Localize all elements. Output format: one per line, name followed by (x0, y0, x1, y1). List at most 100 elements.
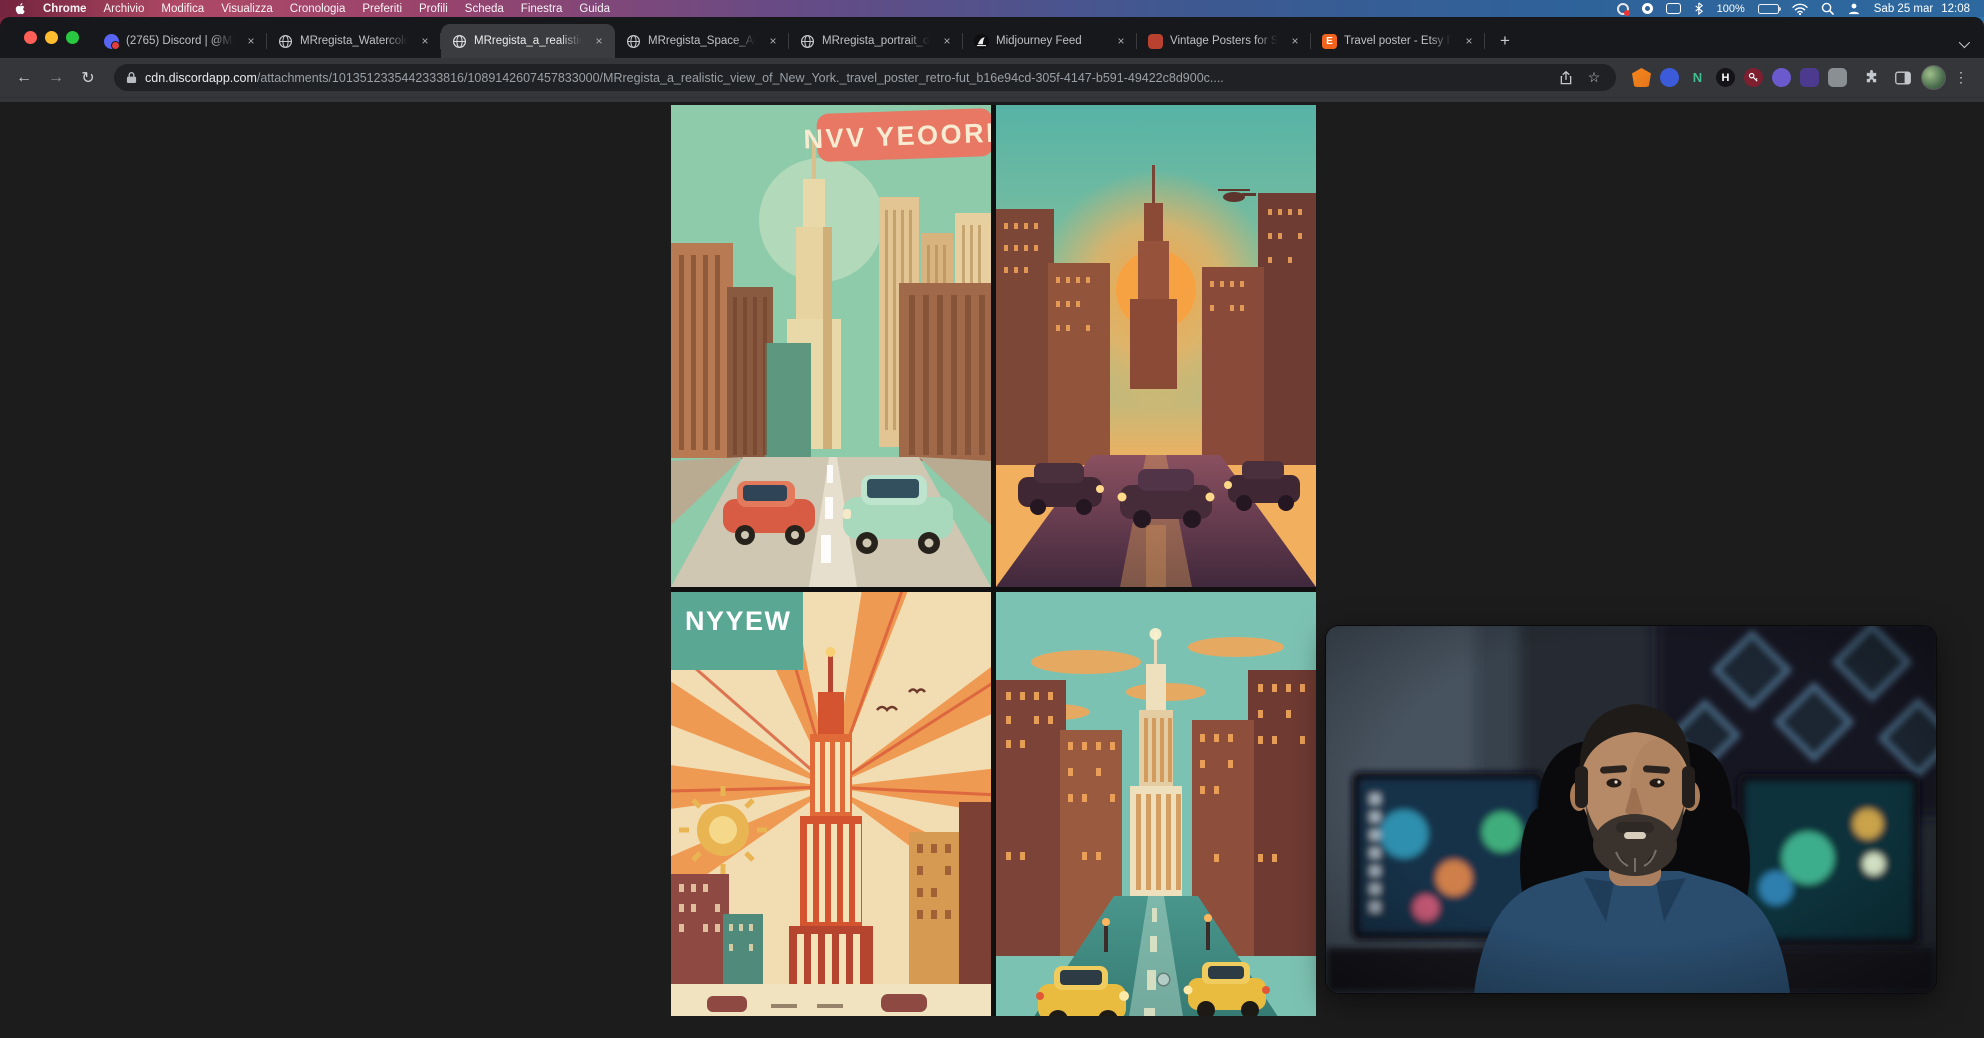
battery-percent: 100% (1717, 3, 1745, 15)
extension-black-h-icon[interactable]: H (1716, 68, 1735, 87)
window-controls (20, 17, 93, 58)
menu-finestra[interactable]: Finestra (521, 3, 563, 15)
menu-cronologia[interactable]: Cronologia (290, 3, 346, 15)
extensions-area: N H (1626, 68, 1853, 87)
forward-button[interactable]: → (42, 64, 70, 92)
close-window-button[interactable] (24, 31, 37, 44)
menu-profili[interactable]: Profili (419, 3, 448, 15)
tab-close-icon[interactable]: × (243, 33, 259, 49)
address-bar[interactable]: cdn.discordapp.com/attachments/101351233… (114, 64, 1616, 91)
tab-title: MRregista_Space_Advent (648, 35, 758, 47)
side-panel-button[interactable] (1889, 64, 1917, 92)
apple-menu-icon[interactable] (14, 2, 27, 15)
menu-preferiti[interactable]: Preferiti (362, 3, 402, 15)
mouse-cursor (1158, 974, 1169, 985)
chrome-window: (2765) Discord | @Midjou × MRregista_Wat… (0, 17, 1984, 1038)
poster-top-left: NVV YEOORE (671, 105, 991, 587)
discord-favicon (104, 34, 119, 49)
globe-favicon (452, 34, 467, 49)
user-menu-icon[interactable] (1847, 2, 1861, 15)
battery-icon[interactable] (1758, 4, 1779, 14)
poster-bottom-left: NYYEW (671, 592, 991, 1016)
bluetooth-icon[interactable] (1694, 2, 1704, 15)
extension-blue-icon[interactable] (1660, 68, 1679, 87)
macos-menubar: Chrome Archivio Modifica Visualizza Cron… (0, 0, 1984, 17)
extension-stack-icon[interactable] (1800, 68, 1819, 87)
menubar-status-area: 100% Sab 25 mar12:08 (1617, 2, 1970, 15)
globe-favicon (278, 34, 293, 49)
menu-visualizza[interactable]: Visualizza (221, 3, 273, 15)
extensions-puzzle-button[interactable] (1857, 64, 1885, 92)
tab-realistic-view-active[interactable]: MRregista_a_realistic_vie × (441, 24, 615, 58)
tab-close-icon[interactable]: × (591, 33, 607, 49)
profile-avatar[interactable] (1921, 65, 1946, 90)
menu-modifica[interactable]: Modifica (161, 3, 204, 15)
vintage-posters-favicon (1148, 34, 1163, 49)
tab-close-icon[interactable]: × (1113, 33, 1129, 49)
macos-screen: Chrome Archivio Modifica Visualizza Cron… (0, 0, 1984, 1038)
tab-title: (2765) Discord | @Midjou (126, 35, 236, 47)
svg-text:NVV YEOORE: NVV YEOORE (803, 117, 991, 154)
zoom-window-button[interactable] (66, 31, 79, 44)
tab-close-icon[interactable]: × (939, 33, 955, 49)
tab-close-icon[interactable]: × (417, 33, 433, 49)
tab-close-icon[interactable]: × (765, 33, 781, 49)
midjourney-favicon (974, 34, 989, 49)
menu-scheda[interactable]: Scheda (465, 3, 504, 15)
tab-close-icon[interactable]: × (1461, 33, 1477, 49)
back-button[interactable]: ← (10, 64, 38, 92)
extension-green-n-icon[interactable]: N (1688, 68, 1707, 87)
menubar-clock[interactable]: Sab 25 mar12:08 (1874, 3, 1970, 15)
menu-guida[interactable]: Guida (579, 3, 610, 15)
bookmark-star-button[interactable]: ☆ (1582, 66, 1606, 90)
tab-title: Vintage Posters for Sale | (1170, 35, 1280, 47)
midjourney-grid-image: NVV YEOORE (671, 105, 1316, 1016)
spotlight-search-icon[interactable] (1821, 2, 1834, 15)
poster-bottom-right (996, 592, 1316, 1016)
webcam-overlay (1326, 626, 1936, 993)
tab-midjourney-feed[interactable]: Midjourney Feed × (963, 24, 1137, 58)
tab-vintage-posters[interactable]: Vintage Posters for Sale | × (1137, 24, 1311, 58)
share-button[interactable] (1554, 66, 1578, 90)
tab-space-adventure[interactable]: MRregista_Space_Advent × (615, 24, 789, 58)
browser-toolbar: ← → ↻ cdn.discordapp.com/attachments/101… (0, 58, 1984, 97)
tab-portrait[interactable]: MRregista_portrait_on_a_ × (789, 24, 963, 58)
wifi-icon[interactable] (1792, 3, 1808, 15)
url-text: cdn.discordapp.com/attachments/101351233… (145, 71, 1550, 85)
poster-top-right (996, 105, 1316, 587)
minimize-window-button[interactable] (45, 31, 58, 44)
tabs: (2765) Discord | @Midjou × MRregista_Wat… (93, 17, 1519, 58)
tab-title: MRregista_a_realistic_vie (474, 35, 584, 47)
webcam-video (1326, 626, 1936, 993)
extension-metamask-icon[interactable] (1632, 68, 1651, 87)
chevron-down-icon (1959, 37, 1970, 48)
globe-favicon (800, 34, 815, 49)
tab-close-icon[interactable]: × (1287, 33, 1303, 49)
app-ring-icon[interactable] (1642, 3, 1653, 14)
tab-title: MRregista_Watercolor_Pa (300, 35, 410, 47)
tab-watercolor[interactable]: MRregista_Watercolor_Pa × (267, 24, 441, 58)
tab-search-button[interactable] (1950, 40, 1976, 48)
menu-archivio[interactable]: Archivio (103, 3, 144, 15)
globe-favicon (626, 34, 641, 49)
tab-title: Midjourney Feed (996, 35, 1106, 47)
lock-icon[interactable] (126, 71, 137, 84)
extension-grid-icon[interactable] (1828, 68, 1847, 87)
chrome-menu-button[interactable]: ⋮ (1950, 69, 1972, 86)
page-content: NVV YEOORE (0, 102, 1984, 1038)
tab-title: Travel poster - Etsy IT (1344, 35, 1454, 47)
menu-chrome[interactable]: Chrome (43, 3, 86, 15)
poster-banner: NVV YEOORE (803, 107, 991, 162)
extension-key-icon[interactable] (1744, 68, 1763, 87)
tab-etsy[interactable]: E Travel poster - Etsy IT × (1311, 24, 1485, 58)
reload-button[interactable]: ↻ (74, 64, 102, 92)
tab-discord[interactable]: (2765) Discord | @Midjou × (93, 24, 267, 58)
poster-title: NYYEW (685, 606, 792, 636)
new-tab-button[interactable]: + (1491, 27, 1519, 55)
recording-status-icon[interactable] (1617, 3, 1629, 15)
tab-title: MRregista_portrait_on_a_ (822, 35, 932, 47)
display-icon[interactable] (1666, 3, 1681, 14)
etsy-favicon: E (1322, 34, 1337, 49)
extension-purple-icon[interactable] (1772, 68, 1791, 87)
tab-strip: (2765) Discord | @Midjou × MRregista_Wat… (0, 17, 1984, 58)
